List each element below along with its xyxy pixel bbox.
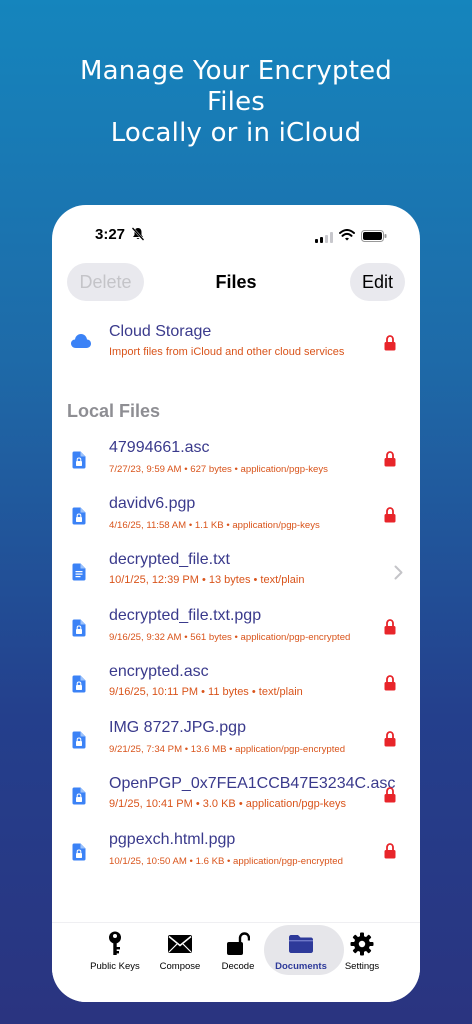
lock-icon	[384, 451, 396, 472]
file-meta: 9/1/25, 10:41 PM • 3.0 KB • application/…	[109, 798, 347, 810]
bell-muted-icon	[130, 226, 146, 242]
lock-icon	[384, 507, 396, 528]
file-meta: 10/1/25, 10:50 AM • 1.6 KB • application…	[109, 856, 343, 867]
status-bar: 3:27	[52, 205, 420, 261]
tab-documents[interactable]: Documents	[264, 925, 344, 981]
status-time: 3:27	[95, 226, 126, 243]
document-lock-icon	[72, 675, 86, 698]
document-lock-icon	[72, 787, 86, 810]
promo-line-2: Files	[206, 87, 266, 117]
gear-icon	[350, 931, 374, 957]
file-meta: 9/16/25, 9:32 AM • 561 bytes • applicati…	[109, 632, 351, 643]
file-meta: 9/21/25, 7:34 PM • 13.6 MB • application…	[109, 744, 346, 755]
delete-button[interactable]: Delete	[67, 263, 144, 301]
document-lock-icon	[72, 507, 86, 530]
file-name: decrypted_file.txt	[109, 551, 230, 568]
wifi-icon	[339, 228, 355, 246]
document-text-icon	[72, 563, 86, 586]
lock-icon	[384, 787, 396, 808]
folder-icon	[288, 931, 314, 957]
tab-bar: Public Keys Compose Decode Documents Set…	[52, 922, 420, 1002]
file-meta: 9/16/25, 10:11 PM • 11 bytes • text/plai…	[109, 686, 303, 698]
promo-line-3: Locally or in iCloud	[110, 118, 362, 148]
file-name: 47994661.asc	[109, 439, 210, 456]
file-row[interactable]: 47994661.asc 7/27/23, 9:59 AM • 627 bytes…	[52, 439, 420, 489]
file-name: pgpexch.html.pgp	[109, 831, 236, 848]
document-lock-icon	[72, 731, 86, 754]
tab-public-keys[interactable]: Public Keys	[84, 931, 146, 981]
cloud-storage-subtitle: Import files from iCloud and other cloud…	[109, 346, 345, 358]
file-row[interactable]: pgpexch.html.pgp 10/1/25, 10:50 AM • 1.6 …	[52, 831, 420, 881]
promo-headline: Manage Your Encrypted Files Locally or i…	[0, 56, 472, 149]
local-files-header: Local Files	[67, 401, 161, 421]
cellular-signal-icon	[315, 230, 333, 248]
lock-icon	[384, 675, 396, 696]
tab-label: Documents	[275, 961, 327, 972]
file-row[interactable]: decrypted_file.txt.pgp 9/16/25, 9:32 AM •…	[52, 607, 420, 657]
tab-label: Public Keys	[90, 961, 140, 972]
tab-decode[interactable]: Decode	[207, 931, 269, 981]
file-row[interactable]: encrypted.asc 9/16/25, 10:11 PM • 11 byte…	[52, 663, 420, 713]
chevron-right-icon	[394, 565, 403, 585]
file-row[interactable]: davidv6.pgp 4/16/25, 11:58 AM • 1.1 KB • …	[52, 495, 420, 545]
key-icon	[107, 931, 123, 957]
file-row[interactable]: IMG 8727.JPG.pgp 9/21/25, 7:34 PM • 13.6 …	[52, 719, 420, 769]
promo-line-1: Manage Your Encrypted	[80, 56, 392, 86]
document-lock-icon	[72, 619, 86, 642]
phone-screen: 3:27 Delete Files Edit Cloud Storage Imp…	[52, 205, 420, 1002]
document-lock-icon	[72, 843, 86, 866]
tab-label: Compose	[159, 961, 201, 972]
document-lock-icon	[72, 451, 86, 474]
lock-icon	[384, 843, 396, 864]
file-row[interactable]: OpenPGP_0x7FEA1CCB47E3234C.asc 9/1/25, 10…	[52, 775, 420, 825]
cloud-storage-title: Cloud Storage	[109, 323, 212, 340]
edit-button[interactable]: Edit	[350, 263, 405, 301]
file-row[interactable]: decrypted_file.txt 10/1/25, 12:39 PM • 13…	[52, 551, 420, 601]
unlock-icon	[226, 931, 250, 957]
file-name: decrypted_file.txt.pgp	[109, 607, 262, 624]
cloud-storage-row[interactable]: Cloud Storage Import files from iCloud a…	[52, 323, 420, 373]
navigation-bar: Delete Files Edit	[52, 263, 420, 303]
file-name: OpenPGP_0x7FEA1CCB47E3234C.asc	[109, 775, 396, 792]
tab-label: Settings	[344, 961, 380, 972]
file-meta: 10/1/25, 12:39 PM • 13 bytes • text/plai…	[109, 574, 305, 586]
lock-icon	[384, 335, 396, 356]
lock-icon	[384, 731, 396, 752]
envelope-icon	[167, 931, 193, 957]
tab-compose[interactable]: Compose	[149, 931, 211, 981]
battery-icon	[361, 229, 387, 247]
file-name: davidv6.pgp	[109, 495, 196, 512]
file-meta: 4/16/25, 11:58 AM • 1.1 KB • application…	[109, 520, 320, 531]
lock-icon	[384, 619, 396, 640]
tab-label: Decode	[221, 961, 255, 972]
file-name: IMG 8727.JPG.pgp	[109, 719, 246, 736]
file-meta: 7/27/23, 9:59 AM • 627 bytes • applicati…	[109, 464, 328, 475]
cloud-icon	[70, 333, 92, 354]
file-name: encrypted.asc	[109, 663, 209, 680]
tab-settings[interactable]: Settings	[331, 931, 393, 981]
